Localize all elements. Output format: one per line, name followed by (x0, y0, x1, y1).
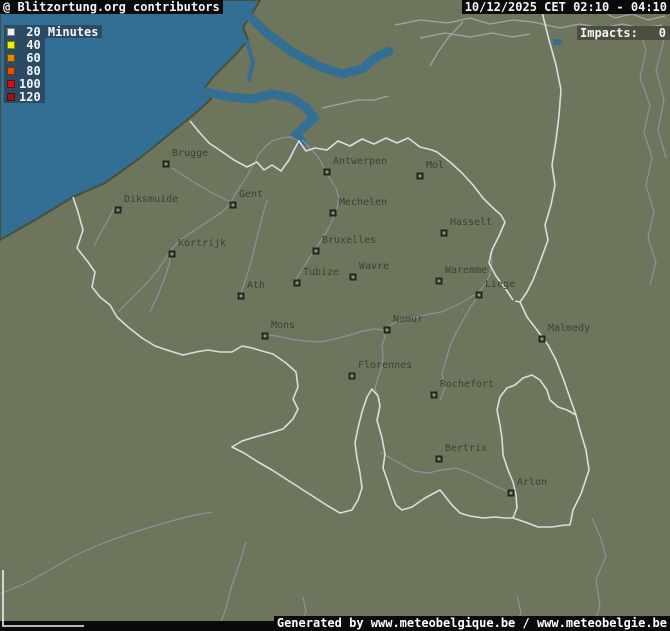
lightning-map: BruggeAntwerpenMolDiksmuideGentMechelenH… (0, 0, 670, 631)
scale-bracket (0, 0, 670, 631)
